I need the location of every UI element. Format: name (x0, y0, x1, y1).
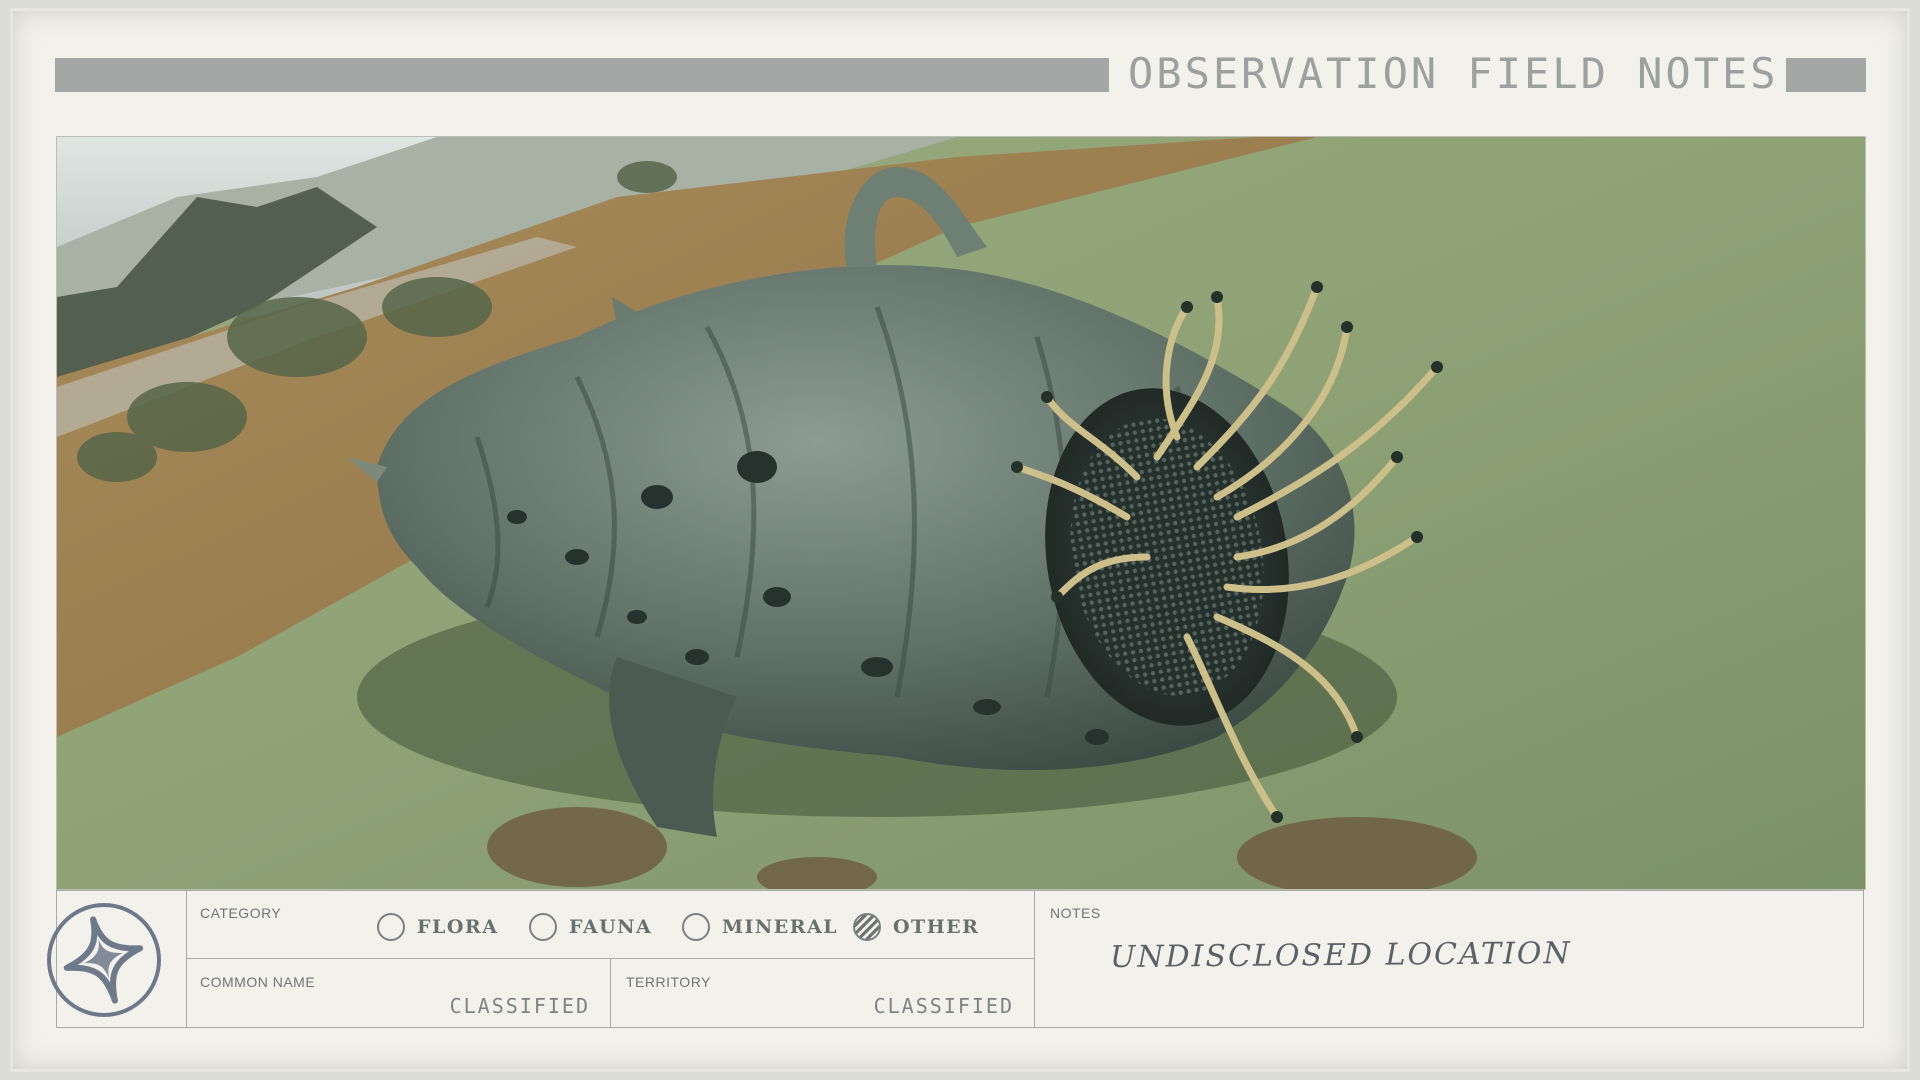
category-option-flora[interactable]: FLORA (377, 910, 498, 944)
notes-value: UNDISCLOSED LOCATION (1109, 935, 1572, 976)
creature-photo-illustration (57, 137, 1865, 889)
creature-photo (56, 136, 1866, 890)
mineral-label: MINERAL (722, 916, 839, 938)
category-option-other[interactable]: OTHER (853, 910, 979, 944)
other-label: OTHER (893, 916, 980, 938)
territory-label: TERRITORY (626, 974, 711, 990)
territory-value: CLASSIFIED (873, 994, 1014, 1018)
flora-label: FLORA (417, 916, 499, 938)
fauna-radio[interactable] (529, 913, 557, 941)
divider-category (186, 958, 1034, 959)
header-bar-right (1786, 58, 1866, 92)
category-option-fauna[interactable]: FAUNA (529, 910, 652, 944)
divider-emblem (186, 890, 187, 1028)
page-title: OBSERVATION FIELD NOTES (1128, 49, 1779, 98)
common-name-label: COMMON NAME (200, 974, 316, 990)
flora-radio[interactable] (377, 913, 405, 941)
common-name-value: CLASSIFIED (449, 994, 590, 1018)
divider-name-territory (610, 958, 611, 1028)
other-radio[interactable] (853, 913, 881, 941)
fauna-label: FAUNA (569, 916, 653, 938)
category-option-mineral[interactable]: MINERAL (682, 910, 838, 944)
category-label: CATEGORY (200, 905, 282, 921)
mineral-radio[interactable] (682, 913, 710, 941)
divider-notes (1034, 890, 1035, 1028)
header-bar-left (55, 58, 1109, 92)
star-compass-emblem-icon (47, 903, 161, 1017)
notes-label: NOTES (1050, 905, 1101, 921)
